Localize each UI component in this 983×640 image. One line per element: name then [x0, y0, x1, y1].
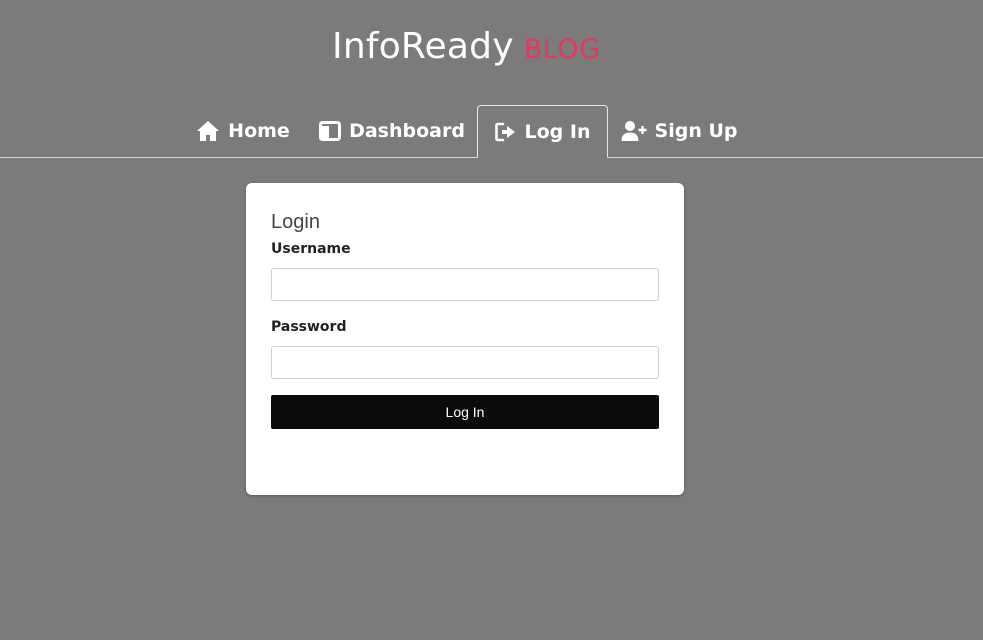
dashboard-icon	[319, 121, 342, 141]
nav-item-signup[interactable]: Sign Up	[620, 105, 738, 157]
password-input[interactable]	[271, 346, 659, 379]
nav-item-label: Sign Up	[654, 120, 738, 142]
password-label: Password	[271, 319, 347, 335]
nav-item-login[interactable]: Log In	[477, 105, 608, 158]
login-card: Login Username Password Log In	[246, 183, 684, 495]
main-nav: Home Dashboard Log In Sign Up	[0, 105, 983, 158]
nav-item-label: Log In	[524, 120, 591, 143]
login-icon	[494, 122, 517, 142]
site-logo[interactable]: InfoReady BLOG	[332, 26, 600, 72]
nav-item-label: Home	[228, 120, 290, 142]
user-plus-icon	[621, 120, 647, 142]
username-label: Username	[271, 241, 351, 257]
home-icon	[196, 120, 220, 142]
nav-item-home[interactable]: Home	[190, 105, 296, 157]
brand-tag: BLOG	[523, 34, 601, 65]
username-input[interactable]	[271, 268, 659, 301]
login-submit-button[interactable]: Log In	[271, 395, 659, 429]
nav-item-dashboard[interactable]: Dashboard	[318, 105, 466, 157]
form-title: Login	[271, 211, 320, 233]
nav-item-label: Dashboard	[349, 120, 465, 142]
brand-name: InfoReady	[332, 26, 514, 67]
